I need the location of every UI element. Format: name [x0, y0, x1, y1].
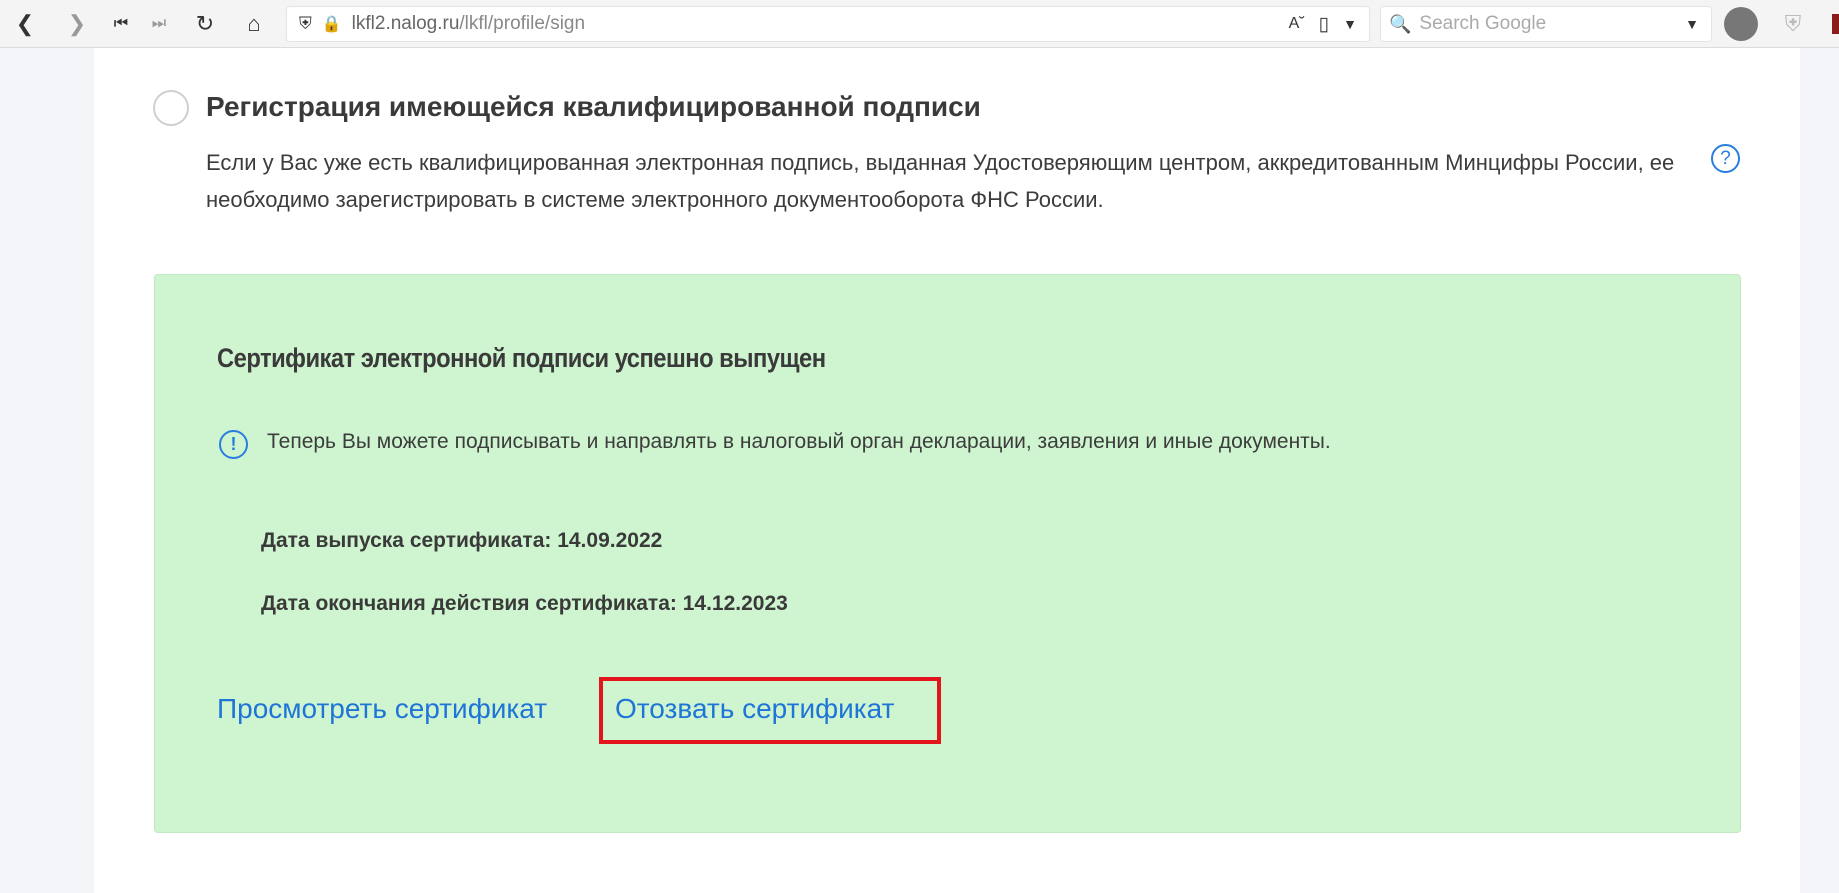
back-icon[interactable]: ❮ [10, 8, 40, 40]
radio-register-existing[interactable] [153, 90, 189, 126]
revoke-certificate-link[interactable]: Отозвать сертификат [615, 693, 894, 725]
fast-forward-icon[interactable]: ⏭ [146, 8, 172, 40]
address-bar[interactable]: ⛨ 🔒 lkfl2.nalog.ru/lkfl/profile/sign A˘ … [286, 6, 1370, 42]
reload-icon[interactable]: ↻ [190, 8, 220, 40]
bookmark-icon[interactable]: ▯ [1319, 13, 1329, 36]
search-input[interactable]: Search Google [1419, 13, 1546, 35]
certificate-success-box: Сертификат электронной подписи успешно в… [154, 274, 1741, 833]
forward-icon[interactable]: ❯ [62, 8, 92, 40]
certificate-title: Сертификат электронной подписи успешно в… [217, 343, 826, 373]
help-icon[interactable]: ? [1711, 144, 1740, 173]
url-host: lkfl2.nalog.ru [351, 13, 460, 34]
search-box[interactable]: 🔍 Search Google ▼ [1380, 6, 1712, 42]
shield-extension-icon[interactable]: ⛨ [1778, 8, 1808, 40]
extension-icon[interactable] [1832, 14, 1839, 34]
section-title: Регистрация имеющейся квалифицированной … [206, 91, 981, 122]
dropdown-icon[interactable]: ▼ [1343, 16, 1357, 32]
translate-icon[interactable]: A˘ [1289, 15, 1305, 33]
rewind-icon[interactable]: ⏮ [108, 8, 134, 40]
expiry-date: Дата окончания действия сертификата: 14.… [261, 592, 788, 615]
home-icon[interactable]: ⌂ [238, 8, 270, 40]
search-icon: 🔍 [1389, 13, 1412, 34]
info-icon: ! [219, 430, 248, 459]
url-path: /lkfl/profile/sign [459, 13, 586, 34]
certificate-info: Теперь Вы можете подписывать и направлят… [267, 430, 1331, 453]
avatar[interactable] [1724, 7, 1758, 41]
issue-date: Дата выпуска сертификата: 14.09.2022 [261, 529, 663, 552]
search-dropdown-icon[interactable]: ▼ [1685, 16, 1699, 32]
section-description: Если у Вас уже есть квалифицированная эл… [206, 150, 1675, 212]
lock-icon: 🔒 [321, 16, 342, 33]
browser-toolbar: ❮ ❯ ⏮ ⏭ ↻ ⌂ ⛨ 🔒 lkfl2.nalog.ru/lkfl/prof… [0, 0, 1839, 48]
shield-icon: ⛨ [299, 14, 312, 33]
view-certificate-link[interactable]: Просмотреть сертификат [217, 693, 547, 725]
